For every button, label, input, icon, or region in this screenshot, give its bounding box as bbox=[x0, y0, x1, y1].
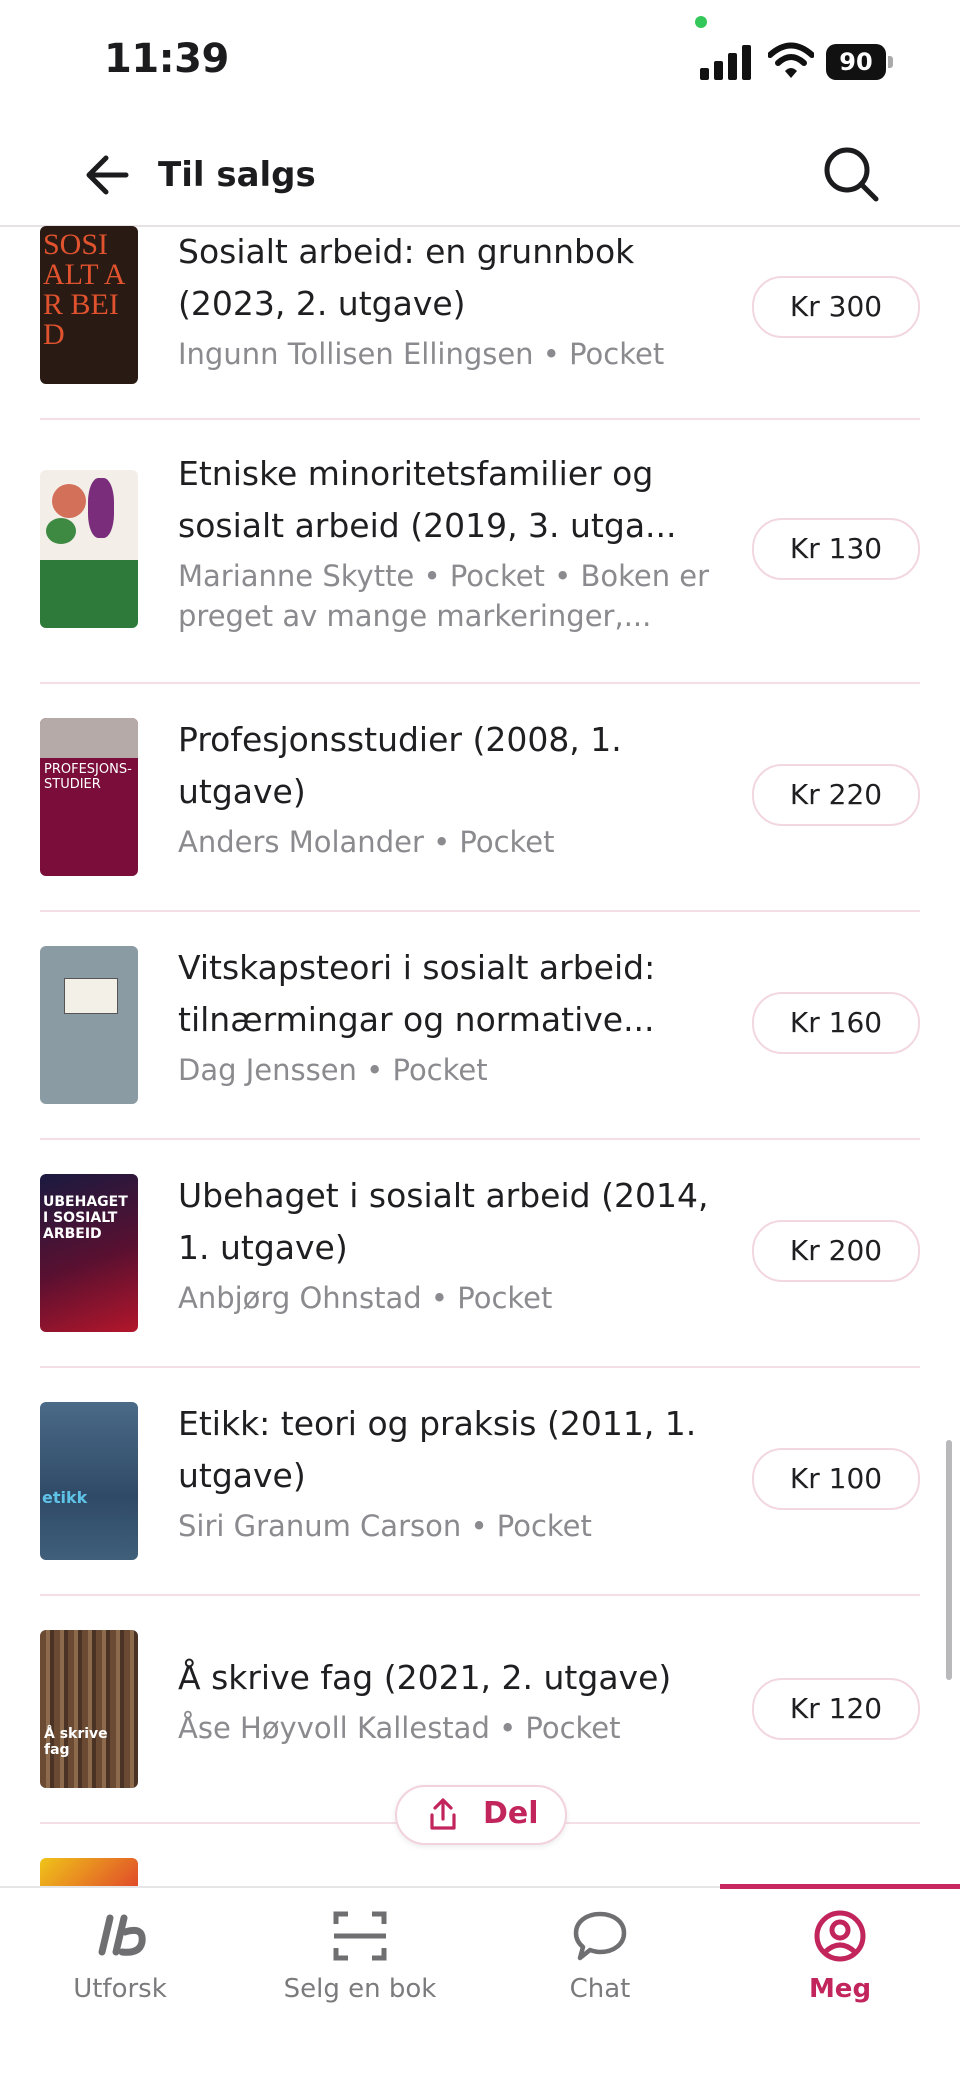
list-item[interactable]: PROFESJONS-STUDIER Profesjonsstudier (20… bbox=[40, 682, 920, 912]
profile-icon bbox=[814, 1910, 866, 1962]
book-title: Sosialt arbeid: en grunnbok (2023, 2. ut… bbox=[178, 232, 635, 323]
top-app-bar: Til salgs bbox=[0, 125, 960, 227]
tab-chat[interactable]: Chat bbox=[480, 1888, 720, 2038]
price-badge: Kr 130 bbox=[752, 518, 920, 580]
chat-bubble-icon bbox=[573, 1911, 627, 1961]
cover-text: Å skrive fag bbox=[44, 1726, 108, 1758]
price-badge: Kr 160 bbox=[752, 992, 920, 1054]
price-badge: Kr 220 bbox=[752, 764, 920, 826]
book-list: SOSI ALT AR BEID Sosialt arbeid: en grun… bbox=[0, 226, 960, 1886]
battery-icon: 90 bbox=[826, 44, 894, 80]
tab-label: Selg en bok bbox=[283, 1974, 437, 2004]
book-cover-image bbox=[40, 470, 138, 628]
status-time: 11:39 bbox=[104, 36, 229, 82]
price-badge: Kr 300 bbox=[752, 276, 920, 338]
cover-text: SOSI ALT AR BEID bbox=[43, 228, 126, 351]
list-item[interactable]: etikk Etikk: teori og praksis (2011, 1. … bbox=[40, 1366, 920, 1596]
book-cover-image bbox=[40, 1858, 138, 1886]
cover-text: UBEHAGET I SOSIALT ARBEID bbox=[43, 1194, 128, 1242]
book-title: Profesjonsstudier (2008, 1. utgave) bbox=[178, 720, 622, 811]
share-label: Del bbox=[483, 1796, 539, 1831]
book-title: Å skrive fag (2021, 2. utgave) bbox=[178, 1658, 672, 1697]
scrollbar[interactable] bbox=[946, 1440, 952, 1680]
book-meta: Anders Molander • Pocket bbox=[178, 825, 555, 859]
list-item[interactable]: Etniske minoritetsfamilier og sosialt ar… bbox=[40, 418, 920, 684]
book-cover-image bbox=[40, 946, 138, 1104]
list-item[interactable]: UBEHAGET I SOSIALT ARBEID Ubehaget i sos… bbox=[40, 1138, 920, 1368]
book-cover-image: SOSI ALT AR BEID bbox=[40, 226, 138, 384]
cover-text: etikk bbox=[42, 1488, 88, 1507]
book-meta: Dag Jenssen • Pocket bbox=[178, 1053, 488, 1087]
tab-label: Utforsk bbox=[73, 1974, 167, 2004]
scan-icon bbox=[333, 1911, 387, 1961]
price-badge: Kr 200 bbox=[752, 1220, 920, 1282]
cellular-signal-icon bbox=[700, 45, 751, 80]
camera-indicator-dot bbox=[695, 16, 707, 28]
list-item[interactable]: Vitskapsteori i sosialt arbeid: tilnærmi… bbox=[40, 910, 920, 1140]
book-meta: Anbjørg Ohnstad • Pocket bbox=[178, 1281, 553, 1315]
share-icon bbox=[430, 1798, 456, 1830]
bottom-tab-bar: Utforsk Selg en bok Chat Meg bbox=[0, 1884, 960, 2080]
tab-selg-en-bok[interactable]: Selg en bok bbox=[240, 1888, 480, 2038]
book-title: Etniske minoritetsfamilier og sosialt ar… bbox=[178, 454, 677, 545]
book-cover-image: PROFESJONS-STUDIER bbox=[40, 718, 138, 876]
share-button[interactable]: Del bbox=[395, 1785, 567, 1845]
book-title: Vitskapsteori i sosialt arbeid: tilnærmi… bbox=[178, 948, 656, 1039]
book-meta: Marianne Skytte • Pocket • Boken er preg… bbox=[178, 559, 710, 633]
wifi-icon bbox=[768, 42, 814, 78]
cover-text: PROFESJONS-STUDIER bbox=[44, 762, 132, 792]
tab-label: Chat bbox=[569, 1974, 631, 2004]
book-cover-image: Å skrive fag bbox=[40, 1630, 138, 1788]
active-tab-indicator bbox=[720, 1884, 960, 1889]
tab-utforsk[interactable]: Utforsk bbox=[0, 1888, 240, 2038]
explore-logo-icon bbox=[98, 1914, 146, 1956]
book-meta: Åse Høyvoll Kallestad • Pocket bbox=[178, 1711, 621, 1745]
status-bar: 11:39 90 bbox=[0, 0, 960, 125]
book-title: Ubehaget i sosialt arbeid (2014, 1. utga… bbox=[178, 1176, 709, 1267]
price-badge: Kr 120 bbox=[752, 1678, 920, 1740]
page-title: Til salgs bbox=[158, 155, 316, 195]
price-badge: Kr 100 bbox=[752, 1448, 920, 1510]
battery-level: 90 bbox=[826, 44, 886, 80]
tab-meg[interactable]: Meg bbox=[720, 1884, 960, 2038]
book-meta: Ingunn Tollisen Ellingsen • Pocket bbox=[178, 337, 665, 371]
book-cover-image: UBEHAGET I SOSIALT ARBEID bbox=[40, 1174, 138, 1332]
tab-label: Meg bbox=[808, 1974, 872, 2004]
back-arrow-icon[interactable] bbox=[80, 145, 140, 205]
book-title: Etikk: teori og praksis (2011, 1. utgave… bbox=[178, 1404, 697, 1495]
book-meta: Siri Granum Carson • Pocket bbox=[178, 1509, 592, 1543]
book-cover-image: etikk bbox=[40, 1402, 138, 1560]
list-item[interactable]: SOSI ALT AR BEID Sosialt arbeid: en grun… bbox=[40, 226, 920, 420]
search-icon[interactable] bbox=[820, 143, 882, 205]
